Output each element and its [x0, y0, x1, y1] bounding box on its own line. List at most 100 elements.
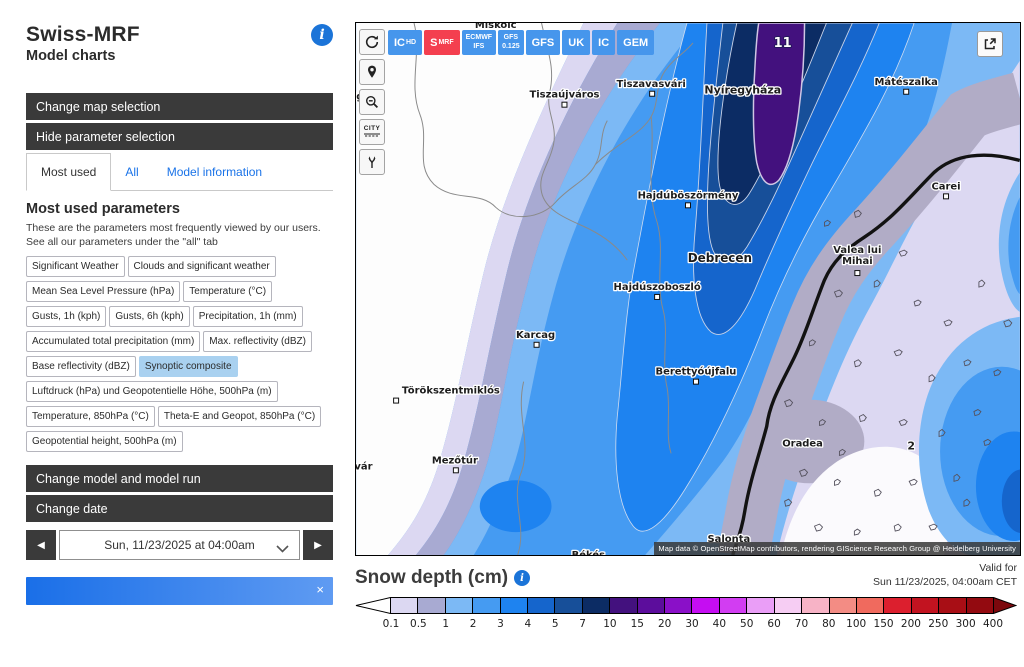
chevron-down-icon [276, 542, 289, 556]
sidebar: Swiss-MRF Model charts i Change map sele… [26, 24, 333, 605]
scale-tick: 1 [442, 618, 449, 630]
city-label: Hajdúböszörmény [638, 189, 739, 201]
scale-tick: 7 [579, 618, 586, 630]
scale-tick: 0.5 [410, 618, 427, 630]
route-icon [364, 154, 380, 170]
city-label: Oradea [782, 438, 823, 449]
city-marker [534, 342, 539, 347]
parameter-chip-gusts-1h-kph[interactable]: Gusts, 1h (kph) [26, 306, 106, 327]
model-button-ic[interactable]: IC [592, 30, 615, 55]
snow-depth-layer: MiskolcEgerTiszaújvárosTiszavasváriNyíre… [356, 23, 1020, 555]
tab-most-used[interactable]: Most used [26, 153, 111, 191]
scale-tick: 250 [928, 618, 948, 630]
parameter-chip-significant-weather[interactable]: Significant Weather [26, 256, 125, 277]
valid-for: Valid for Sun 11/23/2025, 04:00am CET [873, 561, 1017, 589]
scale-segment-70 [802, 598, 829, 613]
city-label: Berettyóújfalu [656, 366, 737, 378]
map-attribution: Map data © OpenStreetMap contributors, r… [654, 542, 1020, 555]
parameter-chip-luftdruck-hpa-und-geopotentielle-h-he-500hpa-m[interactable]: Luftdruck (hPa) und Geopotentielle Höhe,… [26, 381, 278, 402]
scale-tick: 50 [740, 618, 753, 630]
app-subtitle: Model charts [26, 48, 140, 64]
scale-tick: 3 [497, 618, 504, 630]
city-marker [855, 271, 860, 276]
city-marker [562, 102, 567, 107]
share-button[interactable] [977, 31, 1003, 57]
model-button-gem[interactable]: GEM [617, 30, 654, 55]
scale-tick: 300 [956, 618, 976, 630]
parameter-chip-gusts-6h-kph[interactable]: Gusts, 6h (kph) [109, 306, 189, 327]
legend-info-icon[interactable]: i [514, 570, 530, 586]
share-external-icon [982, 36, 998, 52]
banner-close-icon[interactable]: × [316, 582, 324, 597]
scale-segment-0.1 [391, 598, 418, 613]
city-labels-toggle-button[interactable]: CITY [359, 119, 385, 145]
city-marker [650, 91, 655, 96]
scale-segment-2 [473, 598, 500, 613]
scale-tick: 4 [524, 618, 531, 630]
scale-tick: 10 [603, 618, 616, 630]
city-label: Debrecen [688, 251, 752, 265]
change-model-button[interactable]: Change model and model run [26, 465, 333, 492]
scale-tick: 2 [470, 618, 477, 630]
parameter-chip-temperature-850hpa-c[interactable]: Temperature, 850hPa (°C) [26, 406, 155, 427]
section-heading: Most used parameters [26, 201, 333, 217]
parameter-chip-temperature-c[interactable]: Temperature (°C) [183, 281, 272, 302]
location-pin-icon [364, 64, 380, 80]
parameter-chip-geopotential-height-500hpa-m[interactable]: Geopotential height, 500hPa (m) [26, 431, 183, 452]
tabs: Most usedAllModel information [26, 153, 333, 191]
scale-segment-80 [830, 598, 857, 613]
scale-tick: 60 [767, 618, 780, 630]
scale-tick: 0.1 [383, 618, 400, 630]
scale-tick: 80 [822, 618, 835, 630]
city-label: Hajdúszoboszló [614, 281, 701, 293]
prev-timestep-button[interactable]: ◀ [26, 530, 56, 560]
app-title: Swiss-MRF [26, 24, 140, 46]
model-button-gfs-0-125[interactable]: GFS0.125 [498, 30, 524, 55]
zoom-out-button[interactable] [359, 89, 385, 115]
parameter-chip-precipitation-1h-mm[interactable]: Precipitation, 1h (mm) [193, 306, 303, 327]
hide-parameter-selection-button[interactable]: Hide parameter selection [26, 123, 333, 150]
model-button-ic-hd[interactable]: ICHD [388, 30, 422, 55]
model-button-s-mrf[interactable]: SMRF [424, 30, 460, 55]
section-description: These are the parameters most frequently… [26, 221, 333, 249]
scale-tick: 150 [874, 618, 894, 630]
parameter-chip-theta-e-and-geopot-850hpa-c[interactable]: Theta-E and Geopot, 850hPa (°C) [158, 406, 321, 427]
weather-map[interactable]: MiskolcEgerTiszaújvárosTiszavasváriNyíre… [355, 22, 1021, 556]
refresh-icon [364, 34, 380, 50]
city-marker [394, 398, 399, 403]
tab-all[interactable]: All [111, 153, 152, 190]
scale-segment-200 [912, 598, 939, 613]
parameter-chip-mean-sea-level-pressure-hpa[interactable]: Mean Sea Level Pressure (hPa) [26, 281, 180, 302]
refresh-button[interactable] [359, 29, 385, 55]
scale-segment-30 [692, 598, 719, 613]
city-strike-icon [364, 132, 380, 138]
parameter-chip-clouds-and-significant-weather[interactable]: Clouds and significant weather [128, 256, 276, 277]
parameter-chip-base-reflectivity-dbz[interactable]: Base reflectivity (dBZ) [26, 356, 136, 377]
city-label: Törökszentmiklós [402, 385, 500, 397]
scale-ticks: 0.10.51234571015203040506070801001502002… [355, 618, 1017, 633]
city-marker [904, 89, 909, 94]
parameter-chip-synoptic-composite[interactable]: Synoptic composite [139, 356, 238, 377]
location-button[interactable] [359, 59, 385, 85]
model-button-uk[interactable]: UK [562, 30, 590, 55]
map-toolbar: CITY [359, 29, 385, 175]
info-icon[interactable]: i [311, 24, 333, 46]
scale-segment-0.5 [418, 598, 445, 613]
city-marker [944, 194, 949, 199]
next-timestep-button[interactable]: ▶ [303, 530, 333, 560]
parameter-chip-max-reflectivity-dbz[interactable]: Max. reflectivity (dBZ) [203, 331, 312, 352]
change-map-selection-button[interactable]: Change map selection [26, 93, 333, 120]
tab-model-information[interactable]: Model information [153, 153, 276, 190]
scale-segment-1 [446, 598, 473, 613]
model-button-ecmwf-ifs[interactable]: ECMWFIFS [462, 30, 496, 55]
change-date-button[interactable]: Change date [26, 495, 333, 522]
city-marker [686, 203, 691, 208]
date-select[interactable]: Sun, 11/23/2025 at 04:00am [59, 530, 300, 560]
route-button[interactable] [359, 149, 385, 175]
scale-segment-7 [583, 598, 610, 613]
contour-label: 11 [774, 36, 792, 51]
city-marker [655, 294, 660, 299]
model-button-gfs[interactable]: GFS [526, 30, 561, 55]
parameter-chip-accumulated-total-precipitation-mm[interactable]: Accumulated total precipitation (mm) [26, 331, 200, 352]
scale-segment-50 [747, 598, 774, 613]
